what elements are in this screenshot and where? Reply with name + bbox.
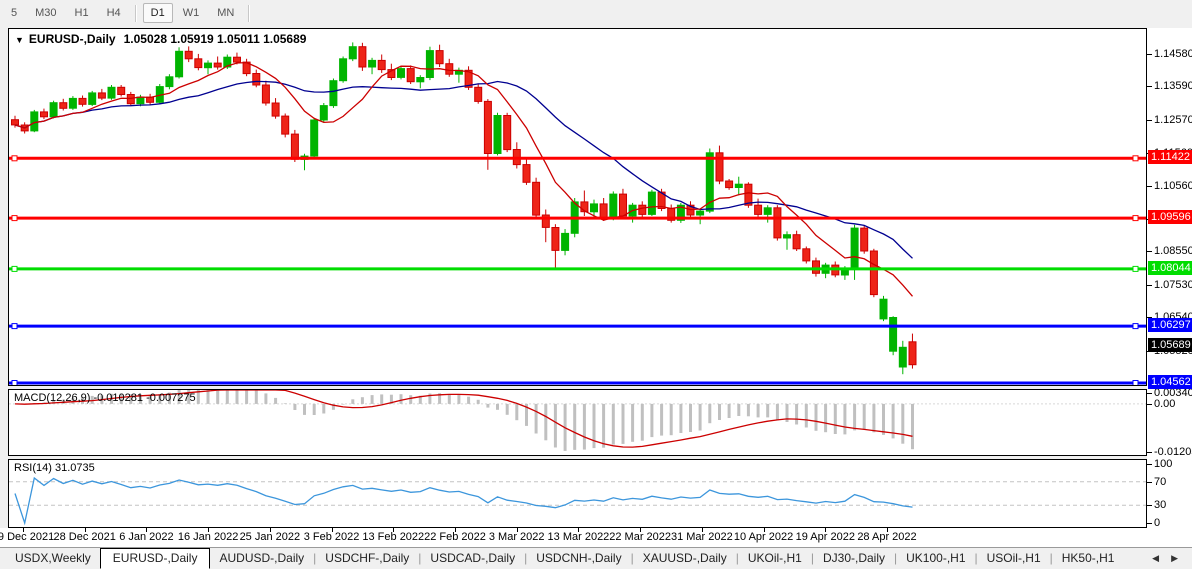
time-tick-label: 16 Jan 2022 xyxy=(178,531,239,543)
chart-title-dropdown-icon[interactable]: ▼ xyxy=(15,35,24,45)
rsi-label: RSI(14) 31.0735 xyxy=(14,462,95,474)
macd-axis-label: 0.00 xyxy=(1154,398,1175,410)
chart-title: ▼ EURUSD-,Daily 1.05028 1.05919 1.05011 1.… xyxy=(15,32,306,46)
macd-axis-label: -0.012058 xyxy=(1154,446,1192,458)
price-tick-label: 1.13590 xyxy=(1154,80,1192,92)
timeframe-button-H1[interactable]: H1 xyxy=(67,3,97,23)
level-line-handle[interactable] xyxy=(12,381,17,386)
price-tick-label: 1.10560 xyxy=(1154,180,1192,192)
chart-tab-audusd-daily[interactable]: AUDUSD-,Daily xyxy=(210,548,313,569)
tab-scroll-right-icon[interactable]: ▶ xyxy=(1165,553,1184,564)
trading-terminal-window: 5M30H1H4 D1W1MN ▼ EURUSD-,Daily 1.05028 1.0… xyxy=(0,0,1192,569)
chart-symbol-title: EURUSD-,Daily xyxy=(29,32,116,46)
chart-tab-bar: USDX,WeeklyEURUSD-,DailyAUDUSD-,Daily|US… xyxy=(0,548,1192,569)
level-price-label: 1.04562 xyxy=(1148,375,1192,389)
main-chart-canvas[interactable] xyxy=(9,29,1146,385)
chart-tab-usdx-weekly[interactable]: USDX,Weekly xyxy=(6,548,100,569)
time-tick-label: 22 Mar 2022 xyxy=(609,531,671,543)
time-tick-label: 28 Apr 2022 xyxy=(857,531,916,543)
time-tick-label: 31 Mar 2022 xyxy=(671,531,733,543)
rsi-axis-label: 70 xyxy=(1154,476,1166,488)
time-tick-label: 3 Mar 2022 xyxy=(489,531,545,543)
time-tick-label: 3 Feb 2022 xyxy=(304,531,360,543)
timeframe-button-H4[interactable]: H4 xyxy=(99,3,129,23)
chart-tab-hk50-h1[interactable]: HK50-,H1 xyxy=(1053,548,1124,569)
time-tick-label: 13 Feb 2022 xyxy=(362,531,424,543)
macd-panel[interactable]: MACD(12,26,9) -0.010281 -0.007275 xyxy=(8,389,1147,456)
chart-tab-ukoil-h1[interactable]: UKOil-,H1 xyxy=(739,548,811,569)
timeframe-button-D1[interactable]: D1 xyxy=(143,3,173,23)
macd-label: MACD(12,26,9) -0.010281 -0.007275 xyxy=(14,392,196,404)
rsi-canvas[interactable] xyxy=(9,460,1146,527)
main-chart-panel[interactable]: ▼ EURUSD-,Daily 1.05028 1.05919 1.05011 1.… xyxy=(8,28,1147,386)
level-line-handle[interactable] xyxy=(1133,266,1138,271)
level-line-handle[interactable] xyxy=(1133,381,1138,386)
rsi-axis-label: 30 xyxy=(1154,499,1166,511)
level-price-label: 1.11422 xyxy=(1148,150,1192,164)
timeframe-toolbar: 5M30H1H4 D1W1MN xyxy=(0,0,1192,26)
ma-fast-line[interactable] xyxy=(15,63,913,297)
chart-tab-dj30-daily[interactable]: DJ30-,Daily xyxy=(814,548,894,569)
tab-scroll-controls: ◀▶ xyxy=(1146,548,1192,569)
time-tick-label: 6 Jan 2022 xyxy=(119,531,173,543)
price-tick-label: 1.14580 xyxy=(1154,48,1192,60)
toolbar-separator xyxy=(135,5,137,22)
price-tick-label: 1.07530 xyxy=(1154,279,1192,291)
price-tick-label: 1.12570 xyxy=(1154,114,1192,126)
level-line-handle[interactable] xyxy=(1133,324,1138,329)
chart-tab-usdcad-daily[interactable]: USDCAD-,Daily xyxy=(421,548,524,569)
level-line-handle[interactable] xyxy=(12,266,17,271)
chart-tab-xauusd-daily[interactable]: XAUUSD-,Daily xyxy=(634,548,736,569)
toolbar-separator xyxy=(248,5,250,22)
time-tick-label: 13 Mar 2022 xyxy=(548,531,610,543)
time-tick-label: 19 Apr 2022 xyxy=(796,531,855,543)
level-line-handle[interactable] xyxy=(12,216,17,221)
level-price-label: 1.09596 xyxy=(1148,210,1192,224)
level-line-handle[interactable] xyxy=(1133,156,1138,161)
chart-tab-usdcnh-daily[interactable]: USDCNH-,Daily xyxy=(527,548,630,569)
chart-tab-eurusd-daily[interactable]: EURUSD-,Daily xyxy=(100,548,211,569)
time-tick-label: 28 Dec 2021 xyxy=(54,531,116,543)
timeframe-button-W1[interactable]: W1 xyxy=(175,3,208,23)
time-tick-label: 10 Apr 2022 xyxy=(734,531,793,543)
level-line-handle[interactable] xyxy=(12,324,17,329)
timeframe-button-5[interactable]: 5 xyxy=(3,3,25,23)
time-tick-label: 19 Dec 2021 xyxy=(0,531,54,543)
rsi-axis-label: 100 xyxy=(1154,458,1172,470)
price-axis[interactable]: 1.145801.135901.125701.115601.105601.095… xyxy=(1147,28,1192,548)
chart-tab-usdchf-daily[interactable]: USDCHF-,Daily xyxy=(316,548,418,569)
timeframe-button-M30[interactable]: M30 xyxy=(27,3,64,23)
time-tick-label: 22 Feb 2022 xyxy=(424,531,486,543)
level-price-label: 1.06297 xyxy=(1148,318,1192,332)
candlesticks xyxy=(12,42,917,374)
rsi-panel[interactable]: RSI(14) 31.0735 xyxy=(8,459,1147,528)
rsi-line xyxy=(15,478,913,523)
timeframe-button-MN[interactable]: MN xyxy=(209,3,242,23)
chart-tab-usoil-h1[interactable]: USOil-,H1 xyxy=(978,548,1050,569)
tab-scroll-left-icon[interactable]: ◀ xyxy=(1146,553,1165,564)
time-tick-label: 25 Jan 2022 xyxy=(240,531,301,543)
price-tick-label: 1.08550 xyxy=(1154,245,1192,257)
level-line-handle[interactable] xyxy=(1133,216,1138,221)
level-line-handle[interactable] xyxy=(12,156,17,161)
current-price-label: 1.05689 xyxy=(1148,338,1192,352)
time-axis[interactable]: 19 Dec 202128 Dec 20216 Jan 2022 16 Jan 2… xyxy=(0,528,1192,548)
chart-ohlc-values: 1.05028 1.05919 1.05011 1.05689 xyxy=(124,32,307,46)
chart-tab-uk100-h1[interactable]: UK100-,H1 xyxy=(897,548,974,569)
level-price-label: 1.08044 xyxy=(1148,261,1192,275)
